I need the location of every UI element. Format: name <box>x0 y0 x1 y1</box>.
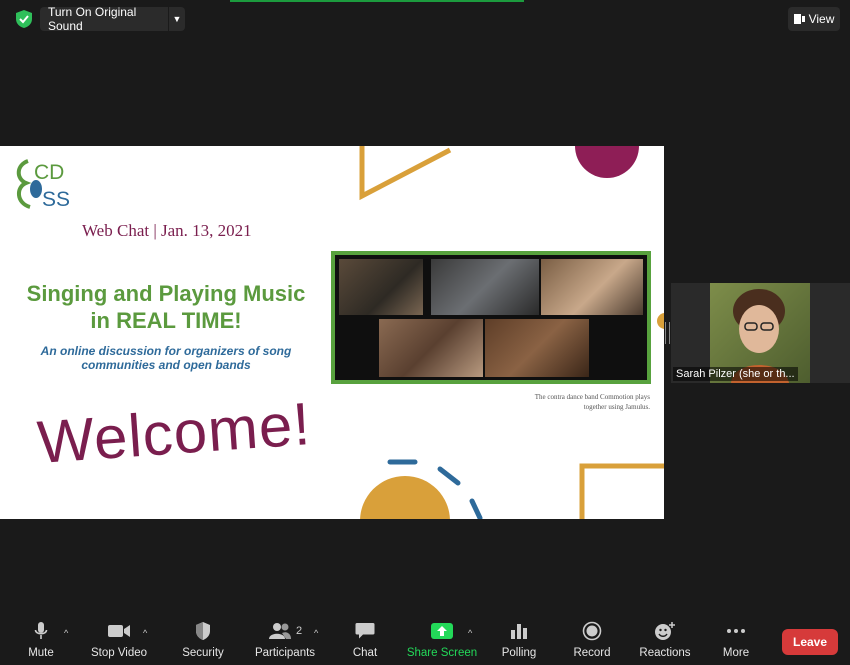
video-options-caret-icon[interactable]: ^ <box>143 628 147 638</box>
caption-line-2: together using Jamulus. <box>583 403 650 411</box>
svg-text:CD: CD <box>34 161 64 184</box>
record-label: Record <box>573 647 611 659</box>
participant-name: Sarah Pilzer (she or th... <box>673 367 798 381</box>
more-dots-icon <box>727 629 745 633</box>
share-screen-icon <box>431 623 453 639</box>
more-label: More <box>722 647 750 659</box>
stop-video-label: Stop Video <box>90 647 148 659</box>
share-options-caret-icon[interactable]: ^ <box>468 628 472 638</box>
chat-bubble-icon <box>355 623 375 639</box>
encryption-shield-icon[interactable] <box>12 8 36 30</box>
record-icon <box>582 621 602 641</box>
microphone-icon <box>34 622 48 639</box>
more-button[interactable]: More <box>718 618 754 665</box>
band-photo-collage <box>331 251 651 384</box>
chevron-down-icon[interactable]: ▼ <box>168 7 185 31</box>
top-accent-bar <box>230 0 524 2</box>
original-sound-label: Turn On Original Sound <box>48 5 137 33</box>
polling-chart-icon <box>511 624 527 639</box>
polling-button[interactable]: Polling <box>500 618 538 665</box>
participants-options-caret-icon[interactable]: ^ <box>314 628 318 638</box>
svg-text:SS: SS <box>42 188 70 211</box>
share-screen-label: Share Screen <box>406 647 478 659</box>
band-photo-tile <box>339 259 423 315</box>
original-sound-button[interactable]: Turn On Original Sound ▼ <box>40 5 185 33</box>
chat-button[interactable]: Chat <box>348 618 382 665</box>
cdss-logo: CD SS <box>16 159 70 211</box>
reactions-label: Reactions <box>639 647 691 659</box>
participants-label: Participants <box>254 647 316 659</box>
pane-resize-handle[interactable] <box>665 322 670 344</box>
security-label: Security <box>182 647 224 659</box>
reactions-button[interactable]: Reactions <box>638 618 692 665</box>
view-label: View <box>808 12 835 26</box>
headline-line-2: in REAL TIME! <box>90 308 242 333</box>
participant-video-tile[interactable]: Sarah Pilzer (she or th... <box>671 283 850 383</box>
security-button[interactable]: Security <box>180 618 226 665</box>
band-photo-tile <box>431 259 539 315</box>
chat-label: Chat <box>352 647 378 659</box>
participants-button[interactable]: 2 Participants <box>252 618 318 665</box>
slide-headline: Singing and Playing Music in REAL TIME! <box>20 280 312 334</box>
band-photo-tile <box>485 319 589 377</box>
stop-video-button[interactable]: Stop Video <box>88 618 150 665</box>
record-button[interactable]: Record <box>572 618 612 665</box>
band-photo-tile <box>379 319 483 377</box>
subhead-line-2: communities and open bands <box>81 358 251 372</box>
participants-icon <box>268 623 291 639</box>
security-shield-icon <box>196 622 210 640</box>
mute-label: Mute <box>28 647 54 659</box>
subhead-line-1: An online discussion for organizers of s… <box>40 344 292 358</box>
leave-button[interactable]: Leave <box>782 629 838 655</box>
caption-line-1: The contra dance band Commotion plays <box>534 393 650 401</box>
web-chat-date: Web Chat | Jan. 13, 2021 <box>82 221 252 240</box>
band-photo-tile <box>541 259 643 315</box>
audio-options-caret-icon[interactable]: ^ <box>64 628 68 638</box>
share-screen-button[interactable]: Share Screen <box>406 618 478 665</box>
photo-caption: The contra dance band Commotion plays to… <box>460 392 650 412</box>
view-button[interactable]: View <box>788 7 840 31</box>
meeting-toolbar: Mute ^ Stop Video ^ Security 2 Participa… <box>0 618 850 665</box>
view-layout-icon <box>793 14 805 24</box>
reactions-emoji-icon <box>655 622 675 640</box>
slide-subhead: An online discussion for organizers of s… <box>30 344 302 372</box>
participants-count: 2 <box>295 625 303 637</box>
mute-button[interactable]: Mute <box>22 618 60 665</box>
polling-label: Polling <box>501 647 537 659</box>
video-camera-icon <box>108 625 130 637</box>
headline-line-1: Singing and Playing Music <box>26 281 306 306</box>
shared-screen-slide: CD SS Web Chat | Jan. 13, 2021 Singing a… <box>0 146 664 519</box>
